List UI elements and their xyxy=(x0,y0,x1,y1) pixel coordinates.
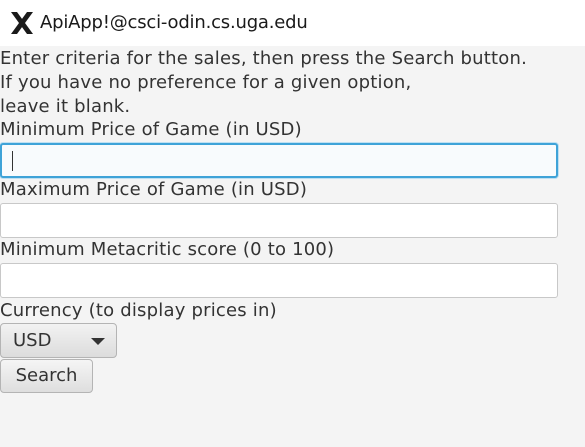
search-button[interactable]: Search xyxy=(0,359,93,393)
min-metacritic-label: Minimum Metacritic score (0 to 100) xyxy=(0,239,335,260)
max-price-input[interactable] xyxy=(0,203,558,238)
search-form: Enter criteria for the sales, then press… xyxy=(0,46,585,447)
min-price-label: Minimum Price of Game (in USD) xyxy=(0,119,302,140)
x11-logo-icon xyxy=(11,12,33,34)
instruction-line: If you have no preference for a given op… xyxy=(0,72,412,93)
instruction-line: Enter criteria for the sales, then press… xyxy=(0,48,528,69)
currency-dropdown[interactable]: USD xyxy=(0,323,117,358)
window-titlebar[interactable]: ApiApp!@csci-odin.cs.uga.edu xyxy=(0,0,585,46)
max-price-label: Maximum Price of Game (in USD) xyxy=(0,179,308,200)
text-caret xyxy=(12,151,13,171)
instruction-line: leave it blank. xyxy=(0,96,131,117)
currency-label: Currency (to display prices in) xyxy=(0,300,277,321)
currency-selected-value: USD xyxy=(13,330,52,351)
min-metacritic-input[interactable] xyxy=(0,263,558,298)
min-price-input[interactable] xyxy=(0,143,558,178)
chevron-down-icon xyxy=(91,338,105,345)
window-title: ApiApp!@csci-odin.cs.uga.edu xyxy=(40,12,308,33)
